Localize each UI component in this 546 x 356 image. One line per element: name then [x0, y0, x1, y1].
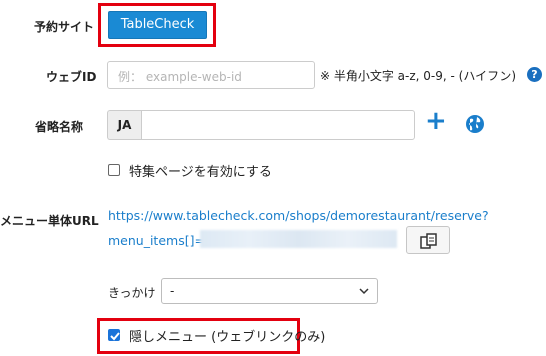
copy-icon: [420, 233, 437, 249]
trigger-select[interactable]: -: [161, 278, 378, 304]
hidden-menu-checkbox[interactable]: [108, 329, 120, 341]
trigger-selected: -: [170, 284, 175, 298]
language-addon: JA: [107, 110, 141, 140]
trigger-label: きっかけ: [108, 286, 156, 300]
copy-button[interactable]: [406, 226, 450, 254]
menu-url-line1[interactable]: https://www.tablecheck.com/shops/demores…: [108, 208, 489, 223]
help-icon[interactable]: ?: [527, 67, 542, 82]
chevron-down-icon: [359, 288, 369, 295]
feature-page-label: 特集ページを有効にする: [129, 165, 272, 180]
feature-page-checkbox[interactable]: [108, 164, 120, 176]
web-id-placeholder: 例： example-web-id: [118, 70, 242, 84]
redacted-url-area: [200, 230, 397, 248]
hidden-menu-label: 隠しメニュー (ウェブリンクのみ): [129, 330, 326, 345]
web-id-label: ウェブID: [46, 70, 97, 84]
short-name-input[interactable]: [141, 110, 415, 140]
tablecheck-button[interactable]: TableCheck: [108, 11, 207, 39]
check-icon: [110, 332, 120, 341]
reservation-site-label: 予約サイト: [34, 20, 95, 34]
menu-url-label: メニュー単体URL: [0, 214, 99, 228]
web-id-input[interactable]: 例： example-web-id: [107, 61, 315, 89]
menu-url-line2[interactable]: menu_items[]=: [108, 233, 205, 248]
short-name-label: 省略名称: [35, 120, 84, 134]
globe-icon[interactable]: [465, 114, 485, 134]
web-id-hint: ※ 半角小文字 a-z, 0-9, - (ハイフン): [320, 69, 517, 83]
plus-icon[interactable]: +: [425, 108, 447, 134]
